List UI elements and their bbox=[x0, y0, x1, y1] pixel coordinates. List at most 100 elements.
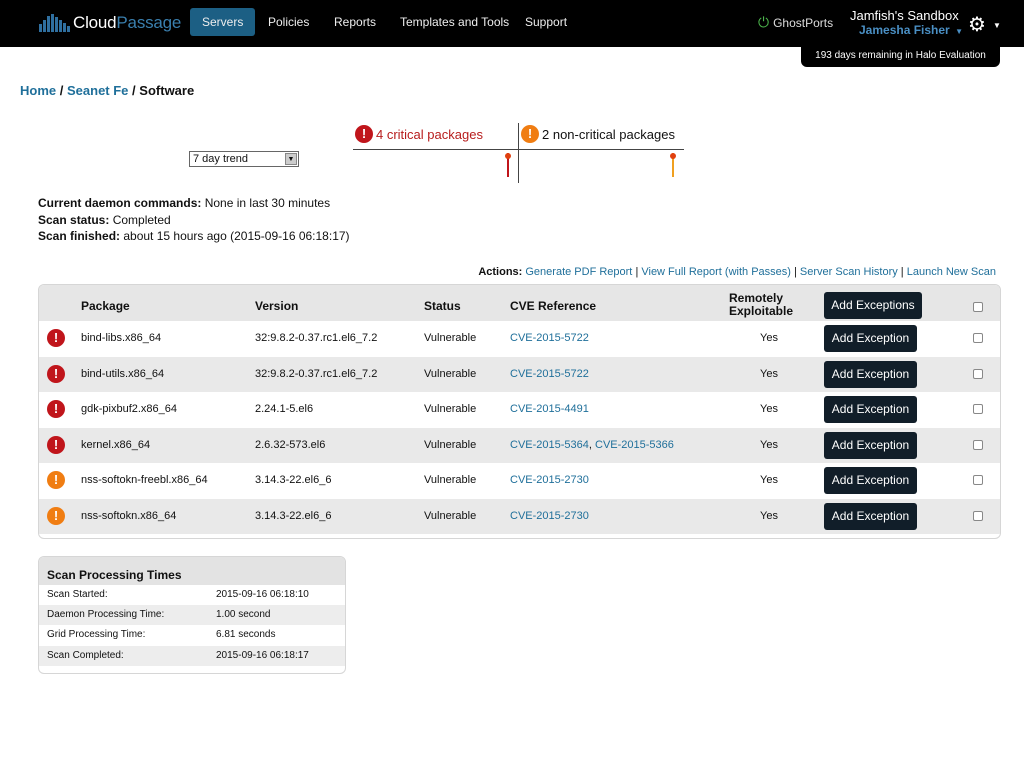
processing-key: Scan Started: bbox=[47, 589, 108, 600]
cloudpassage-logo[interactable]: CloudPassage bbox=[37, 8, 181, 38]
package-version: 32:9.8.2-0.37.rc1.el6_7.2 bbox=[255, 367, 378, 380]
package-version: 2.6.32-573.el6 bbox=[255, 438, 326, 451]
account-name: Jamfish's Sandbox bbox=[850, 8, 959, 23]
header-cve: CVE Reference bbox=[510, 299, 597, 313]
breadcrumb-current: Software bbox=[139, 83, 195, 98]
account-menu[interactable]: Jamfish's Sandbox Jamesha Fisher ▼ bbox=[850, 8, 963, 37]
trend-select[interactable]: 7 day trend ▼ bbox=[189, 151, 299, 167]
remotely-exploitable: Yes bbox=[760, 509, 778, 522]
cve-link[interactable]: CVE-2015-2730 bbox=[510, 510, 589, 522]
package-version: 32:9.8.2-0.37.rc1.el6_7.2 bbox=[255, 332, 378, 344]
row-checkbox[interactable] bbox=[973, 510, 983, 521]
add-exceptions-button[interactable]: Add Exceptions bbox=[824, 292, 922, 319]
cloud-logo-icon bbox=[39, 14, 70, 32]
header-package: Package bbox=[81, 299, 130, 313]
cve-link[interactable]: CVE-2015-2730 bbox=[510, 474, 589, 486]
cve-link[interactable]: CVE-2015-5364 bbox=[510, 439, 589, 451]
table-row: ! kernel.x86_64 2.6.32-573.el6 Vulnerabl… bbox=[39, 427, 1000, 463]
processing-key: Scan Completed: bbox=[47, 649, 124, 661]
cve-reference: CVE-2015-2730 bbox=[510, 463, 589, 498]
processing-key: Grid Processing Time: bbox=[47, 629, 146, 641]
critical-alert-icon: ! bbox=[355, 125, 373, 143]
account-user-row[interactable]: Jamesha Fisher ▼ bbox=[850, 23, 963, 37]
add-exception-button[interactable]: Add Exception bbox=[824, 396, 917, 423]
package-version: 3.14.3-22.el6_6 bbox=[255, 509, 332, 522]
top-navbar: CloudPassage Servers Policies Reports Te… bbox=[0, 0, 1024, 47]
row-checkbox[interactable] bbox=[973, 404, 983, 414]
package-name: bind-utils.x86_64 bbox=[81, 367, 165, 380]
cve-reference: CVE-2015-5722 bbox=[510, 321, 589, 356]
table-row: ! nss-softokn.x86_64 3.14.3-22.el6_6 Vul… bbox=[39, 498, 1000, 534]
critical-summary[interactable]: ! 4 critical packages bbox=[355, 125, 483, 143]
trend-divider bbox=[518, 123, 519, 183]
package-status: Vulnerable bbox=[424, 367, 477, 380]
remotely-exploitable: Yes bbox=[760, 332, 778, 344]
evaluation-banner: 193 days remaining in Halo Evaluation bbox=[801, 45, 1000, 67]
dropdown-arrow-icon: ▼ bbox=[285, 153, 297, 165]
table-row: ! nss-softokn-freebl.x86_64 3.14.3-22.el… bbox=[39, 463, 1000, 498]
processing-title: Scan Processing Times bbox=[39, 557, 345, 585]
add-exception-button[interactable]: Add Exception bbox=[824, 325, 917, 352]
package-version: 3.14.3-22.el6_6 bbox=[255, 474, 332, 486]
package-name: kernel.x86_64 bbox=[81, 438, 151, 451]
table-row: ! bind-libs.x86_64 32:9.8.2-0.37.rc1.el6… bbox=[39, 321, 1000, 356]
account-user: Jamesha Fisher bbox=[859, 23, 950, 37]
processing-row: Scan Started: 2015-09-16 06:18:10 bbox=[39, 585, 345, 605]
noncritical-trend-marker bbox=[670, 153, 676, 177]
critical-alert-icon: ! bbox=[47, 400, 65, 418]
view-full-report-link[interactable]: View Full Report (with Passes) bbox=[641, 266, 791, 278]
launch-new-scan-link[interactable]: Launch New Scan bbox=[907, 266, 996, 278]
cve-link[interactable]: CVE-2015-5366 bbox=[595, 439, 674, 451]
nav-reports[interactable]: Reports bbox=[322, 8, 388, 36]
row-checkbox[interactable] bbox=[973, 333, 983, 343]
cve-link[interactable]: CVE-2015-5722 bbox=[510, 368, 589, 380]
ghostports-link[interactable]: ⏻ GhostPorts bbox=[758, 14, 833, 31]
breadcrumb-home[interactable]: Home bbox=[20, 83, 56, 98]
header-version: Version bbox=[255, 299, 299, 313]
add-exception-button[interactable]: Add Exception bbox=[824, 502, 917, 530]
caret-down-icon: ▼ bbox=[993, 21, 1001, 30]
gear-icon[interactable]: ⚙ bbox=[968, 12, 986, 37]
noncritical-summary[interactable]: ! 2 non-critical packages bbox=[521, 125, 675, 143]
package-name: nss-softokn-freebl.x86_64 bbox=[81, 474, 208, 486]
row-checkbox[interactable] bbox=[973, 475, 983, 485]
power-icon: ⏻ bbox=[758, 14, 770, 30]
row-checkbox[interactable] bbox=[973, 439, 983, 450]
generate-pdf-link[interactable]: Generate PDF Report bbox=[525, 266, 632, 278]
remotely-exploitable: Yes bbox=[760, 474, 778, 486]
add-exception-button[interactable]: Add Exception bbox=[824, 360, 917, 388]
select-all-checkbox[interactable] bbox=[973, 302, 983, 312]
processing-row: Daemon Processing Time: 1.00 second bbox=[39, 605, 345, 626]
cve-reference: CVE-2015-5722 bbox=[510, 357, 589, 392]
processing-row: Scan Completed: 2015-09-16 06:18:17 bbox=[39, 645, 345, 666]
nav-servers[interactable]: Servers bbox=[190, 8, 256, 36]
package-status: Vulnerable bbox=[424, 332, 477, 344]
add-exception-button[interactable]: Add Exception bbox=[824, 431, 917, 459]
package-name: nss-softokn.x86_64 bbox=[81, 509, 177, 522]
package-status: Vulnerable bbox=[424, 438, 477, 451]
add-exception-button[interactable]: Add Exception bbox=[824, 467, 917, 494]
nav-support[interactable]: Support bbox=[513, 8, 579, 36]
packages-table: Package Version Status CVE Reference Rem… bbox=[38, 284, 1001, 539]
package-name: bind-libs.x86_64 bbox=[81, 332, 162, 344]
server-scan-history-link[interactable]: Server Scan History bbox=[800, 266, 898, 278]
cve-reference: CVE-2015-2730 bbox=[510, 499, 589, 534]
nav-templates-and-tools[interactable]: Templates and Tools bbox=[388, 8, 521, 36]
nav-policies[interactable]: Policies bbox=[256, 8, 321, 36]
remotely-exploitable: Yes bbox=[760, 438, 778, 451]
package-status: Vulnerable bbox=[424, 509, 477, 522]
actions-bar: Actions: Generate PDF Report | View Full… bbox=[478, 266, 996, 278]
processing-value: 6.81 seconds bbox=[216, 629, 276, 641]
critical-alert-icon: ! bbox=[47, 435, 65, 454]
warning-alert-icon: ! bbox=[47, 471, 65, 489]
breadcrumb-server[interactable]: Seanet Fe bbox=[67, 83, 128, 98]
breadcrumb: Home / Seanet Fe / Software bbox=[20, 83, 195, 98]
cve-link[interactable]: CVE-2015-5722 bbox=[510, 332, 589, 344]
table-header: Package Version Status CVE Reference Rem… bbox=[39, 285, 1000, 321]
cve-link[interactable]: CVE-2015-4491 bbox=[510, 403, 589, 415]
remotely-exploitable: Yes bbox=[760, 367, 778, 380]
processing-key: Daemon Processing Time: bbox=[47, 609, 165, 621]
header-status: Status bbox=[424, 299, 461, 313]
warning-alert-icon: ! bbox=[521, 125, 539, 143]
row-checkbox[interactable] bbox=[973, 368, 983, 379]
